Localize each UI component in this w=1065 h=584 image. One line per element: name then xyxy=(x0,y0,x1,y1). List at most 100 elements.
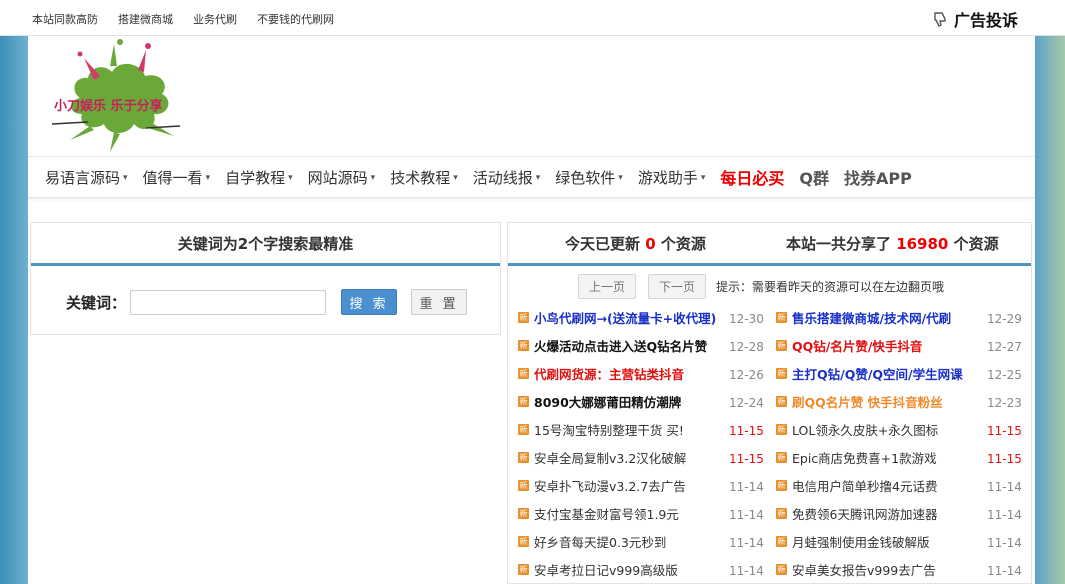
resource-link[interactable]: 新 15号淘宝特别整理干货 买! xyxy=(518,420,684,439)
resource-title: 火爆活动点击进入送Q钻名片赞 xyxy=(534,339,708,354)
resource-link[interactable]: 新好乡音每天提0.3元秒到 xyxy=(518,532,666,551)
resource-link[interactable]: 新刷QQ名片赞 快手抖音粉丝 xyxy=(776,392,943,411)
resource-list: 新小鸟代刷网→(送流量卡+收代理) 12-30 新售乐搭建微商城/技术网/代刷 12-… xyxy=(518,304,1028,583)
resource-stats: 今天已更新 0 个资源 本站一共分享了 16980 个资源 xyxy=(508,223,1031,266)
table-row: 新火爆活动点击进入送Q钻名片赞 12-28 新 QQ钻/名片赞/快手抖音 12-27 xyxy=(518,332,1028,360)
caret-down-icon: ▾ xyxy=(288,173,293,183)
caret-down-icon: ▾ xyxy=(453,173,458,183)
nav-item-label: 活动线报 xyxy=(472,168,533,187)
nav-item-green-software[interactable]: 绿色软件 ▾ xyxy=(555,167,623,188)
resource-link[interactable]: 新代刷网货源：主营钻类抖音 xyxy=(518,364,684,383)
resource-date: 12-24 xyxy=(729,396,764,410)
new-badge-icon: 新 xyxy=(518,480,529,491)
top-link[interactable]: 本站同款高防 xyxy=(32,11,98,27)
resource-title: 支付宝基金财富号领1.9元 xyxy=(534,507,679,522)
resource-link[interactable]: 新免费领6天腾讯网游加速器 xyxy=(776,504,937,523)
new-badge-icon: 新 xyxy=(518,312,529,323)
nav-item-game-helper[interactable]: 游戏助手 ▾ xyxy=(638,167,706,188)
caret-down-icon: ▾ xyxy=(535,173,541,183)
total-prefix: 本站一共分享了 xyxy=(785,234,891,253)
ad-report-link[interactable]: 广告投诉 xyxy=(932,7,1018,31)
top-links: 本站同款高防 搭建微商城 业务代刷 不要钱的代刷网 xyxy=(32,11,334,27)
resource-link[interactable]: 新安卓考拉日记v999高级版 xyxy=(518,560,678,579)
pager-tip: 提示：需要看昨天的资源可以在左边翻页哦 xyxy=(716,280,945,294)
resource-date: 12-28 xyxy=(729,340,764,354)
total-shared: 本站一共分享了 16980 个资源 xyxy=(786,233,999,254)
new-badge-icon: 新 xyxy=(776,480,787,491)
resource-date: 11-14 xyxy=(729,480,764,494)
top-link[interactable]: 业务代刷 xyxy=(193,11,237,27)
resource-link[interactable]: 新 8090大娜娜莆田精仿潮牌 xyxy=(518,392,681,411)
header: 小刀娱乐 乐于分享 xyxy=(28,36,1035,156)
pager: 上一页 下一页 提示：需要看昨天的资源可以在左边翻页哦 xyxy=(578,274,944,299)
nav-item-tech-tutorials[interactable]: 技术教程 ▾ xyxy=(390,167,458,188)
resource-title: 安卓全局复制v3.2汉化破解 xyxy=(534,451,687,466)
nav-item-worth-a-look[interactable]: 值得一看 ▾ xyxy=(143,167,211,188)
search-input[interactable] xyxy=(130,289,327,315)
new-badge-icon: 新 xyxy=(776,340,787,351)
resource-link[interactable]: 新安卓美女报告v999去广告 xyxy=(776,560,936,579)
caret-down-icon: ▾ xyxy=(205,173,211,183)
table-row: 新代刷网货源：主营钻类抖音 12-26 新主打Q钻/Q赞/Q空间/学生网课 12-25 xyxy=(518,360,1028,388)
today-suffix: 个资源 xyxy=(660,234,706,253)
resource-title: 安卓扑飞动漫v3.2.7去广告 xyxy=(534,479,686,494)
resource-title: 免费领6天腾讯网游加速器 xyxy=(792,507,938,522)
nav-item-events[interactable]: 活动线报 ▾ xyxy=(473,167,541,188)
ad-report-label: 广告投诉 xyxy=(954,11,1019,30)
resource-link[interactable]: 新售乐搭建微商城/技术网/代刷 xyxy=(776,308,951,327)
today-count: 0 xyxy=(645,234,656,253)
prev-page-button[interactable]: 上一页 xyxy=(578,274,636,299)
nav-item-easy-lang-source[interactable]: 易语言源码 ▾ xyxy=(45,167,128,188)
table-row: 新 15号淘宝特别整理干货 买! 11-15 新 LOL领永久皮肤+永久图标 11-15 xyxy=(518,416,1028,444)
nav-item-qq-group[interactable]: Q群 xyxy=(799,165,829,189)
nav-item-website-source[interactable]: 网站源码 ▾ xyxy=(308,167,376,188)
resource-title: 代刷网货源：主营钻类抖音 xyxy=(534,367,685,382)
resource-title: 电信用户简单秒撸4元话费 xyxy=(792,479,938,494)
resource-title: 8090大娜娜莆田精仿潮牌 xyxy=(534,395,682,410)
resource-link[interactable]: 新电信用户简单秒撸4元话费 xyxy=(776,476,937,495)
resource-link[interactable]: 新支付宝基金财富号领1.9元 xyxy=(518,504,679,523)
resource-date: 11-14 xyxy=(729,564,764,578)
resource-title: 安卓考拉日记v999高级版 xyxy=(534,563,678,578)
top-link[interactable]: 搭建微商城 xyxy=(118,11,173,27)
nav-item-label: 游戏助手 xyxy=(637,168,698,187)
resource-date: 11-14 xyxy=(729,508,764,522)
resource-link[interactable]: 新主打Q钻/Q赞/Q空间/学生网课 xyxy=(776,364,963,383)
resource-panel: 今天已更新 0 个资源 本站一共分享了 16980 个资源 上一页 下一页 提示… xyxy=(507,222,1032,584)
resource-link[interactable]: 新安卓扑飞动漫v3.2.7去广告 xyxy=(518,476,686,495)
new-badge-icon: 新 xyxy=(518,508,529,519)
caret-down-icon: ▾ xyxy=(370,173,376,183)
resource-link[interactable]: 新 LOL领永久皮肤+永久图标 xyxy=(776,420,938,439)
table-row: 新小鸟代刷网→(送流量卡+收代理) 12-30 新售乐搭建微商城/技术网/代刷 12-… xyxy=(518,304,1028,332)
search-button[interactable]: 搜 索 xyxy=(341,289,398,315)
resource-title: QQ钻/名片赞/快手抖音 xyxy=(792,339,923,354)
resource-link[interactable]: 新安卓全局复制v3.2汉化破解 xyxy=(518,448,686,467)
next-page-button[interactable]: 下一页 xyxy=(648,274,706,299)
resource-title: 月蛙强制使用金钱破解版 xyxy=(792,535,930,550)
resource-title: 安卓美女报告v999去广告 xyxy=(792,563,936,578)
resource-date: 11-15 xyxy=(729,424,764,438)
new-badge-icon: 新 xyxy=(518,340,529,351)
resource-title: 主打Q钻/Q赞/Q空间/学生网课 xyxy=(792,367,963,382)
resource-date: 11-15 xyxy=(987,424,1022,438)
nav-item-label: 易语言源码 xyxy=(45,168,121,187)
resource-date: 11-14 xyxy=(987,508,1022,522)
nav-item-coupon-app[interactable]: 找券APP xyxy=(844,165,912,189)
new-badge-icon: 新 xyxy=(776,368,787,379)
nav-item-daily-buy[interactable]: 每日必买 xyxy=(720,165,784,189)
reset-button[interactable]: 重 置 xyxy=(411,289,468,315)
resource-link[interactable]: 新火爆活动点击进入送Q钻名片赞 xyxy=(518,336,707,355)
resource-link[interactable]: 新小鸟代刷网→(送流量卡+收代理) xyxy=(518,308,716,327)
resource-link[interactable]: 新 Epic商店免费喜+1款游戏 xyxy=(776,448,937,467)
resource-link[interactable]: 新月蛙强制使用金钱破解版 xyxy=(776,532,930,551)
resource-title: 刷QQ名片赞 快手抖音粉丝 xyxy=(792,395,943,410)
nav-item-tutorials[interactable]: 自学教程 ▾ xyxy=(225,167,293,188)
resource-title: Epic商店免费喜+1款游戏 xyxy=(792,451,937,466)
resource-title: LOL领永久皮肤+永久图标 xyxy=(792,423,939,438)
table-row: 新安卓扑飞动漫v3.2.7去广告 11-14 新电信用户简单秒撸4元话费 11-14 xyxy=(518,472,1028,500)
resource-link[interactable]: 新 QQ钻/名片赞/快手抖音 xyxy=(776,336,922,355)
new-badge-icon: 新 xyxy=(518,396,529,407)
new-badge-icon: 新 xyxy=(776,396,787,407)
site-logo[interactable]: 小刀娱乐 乐于分享 xyxy=(50,36,190,154)
top-link[interactable]: 不要钱的代刷网 xyxy=(257,11,334,27)
